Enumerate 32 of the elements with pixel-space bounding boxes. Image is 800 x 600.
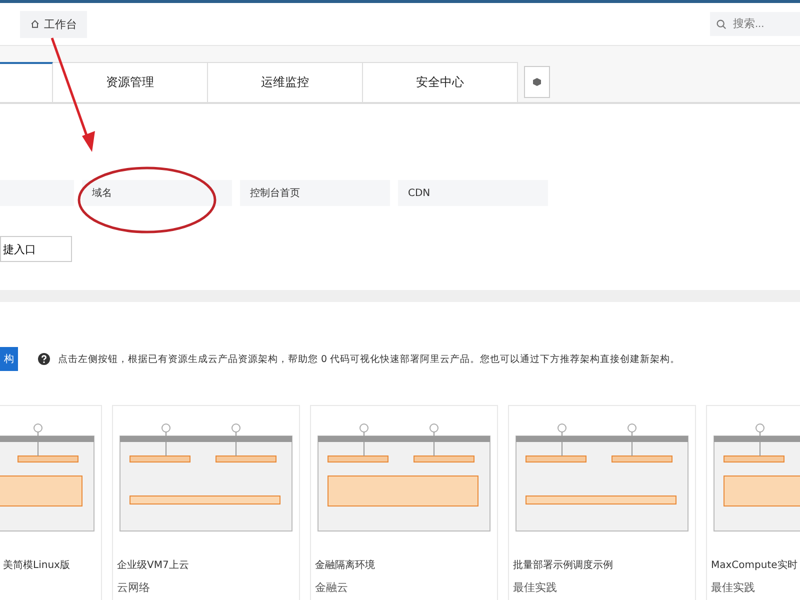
help-icon <box>38 353 50 365</box>
architecture-card[interactable]: MaxCompute实时 最佳实践 <box>706 405 800 600</box>
card-title: MaxCompute实时 <box>710 558 798 572</box>
card-title: 企业级VM7上云 <box>116 558 190 572</box>
card-title: 美简模Linux版 <box>2 558 71 572</box>
shortcut-chip[interactable]: CDN <box>398 180 548 206</box>
architecture-card[interactable]: 美简模Linux版 <box>0 405 102 600</box>
shortcut-chip[interactable]: 域名 <box>82 180 232 206</box>
tab[interactable]: 运维监控 <box>208 62 363 102</box>
tab[interactable]: 安全中心 <box>363 62 518 102</box>
card-subtitle: 最佳实践 <box>710 580 756 595</box>
shortcut-entry-button[interactable]: 捷入口 <box>0 236 72 262</box>
architecture-card[interactable]: 企业级VM7上云 云网络 <box>112 405 300 600</box>
tab[interactable]: 资源管理 <box>53 62 208 102</box>
card-title: 批量部署示例调度示例 <box>512 558 614 572</box>
cube-icon <box>532 77 542 87</box>
search-field[interactable]: 搜索... <box>710 12 800 36</box>
settings-button[interactable] <box>524 66 550 98</box>
search-icon <box>716 18 727 30</box>
generate-architecture-button[interactable]: 构 <box>0 347 18 371</box>
card-subtitle: 云网络 <box>116 580 151 595</box>
info-text: 点击左侧按钮，根据已有资源生成云产品资源架构，帮助您 0 代码可视化快速部署阿里云产品。您也可以通过下方推荐架构直接创建新架构。 <box>58 352 680 366</box>
home-icon <box>30 19 40 29</box>
search-input[interactable]: 搜索... <box>733 18 791 30</box>
shortcut-chip[interactable]: 控制台首页 <box>240 180 390 206</box>
card-subtitle: 金融云 <box>314 580 349 595</box>
architecture-card[interactable]: 批量部署示例调度示例 最佳实践 <box>508 405 696 600</box>
architecture-card[interactable]: 金融隔离环境 金融云 <box>310 405 498 600</box>
workbench-link[interactable]: 工作台 <box>20 10 87 38</box>
card-subtitle: 最佳实践 <box>512 580 558 595</box>
tab[interactable] <box>0 62 53 102</box>
card-title: 金融隔离环境 <box>314 558 376 572</box>
